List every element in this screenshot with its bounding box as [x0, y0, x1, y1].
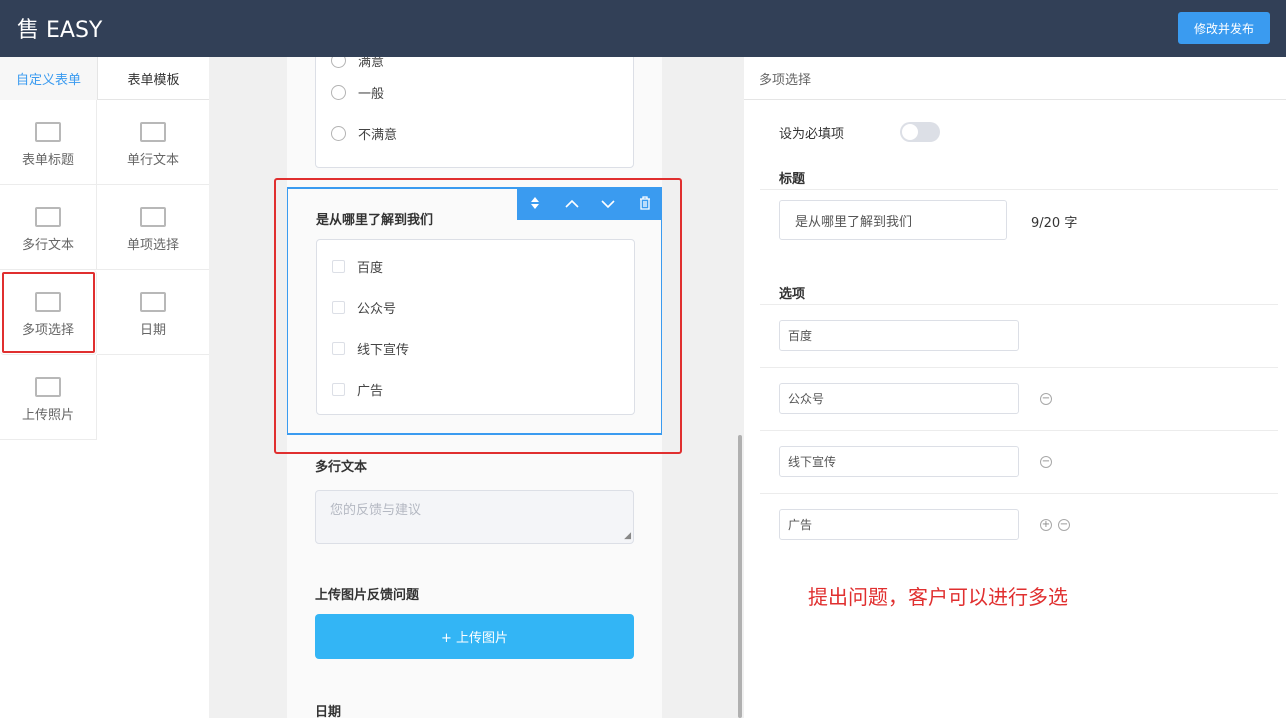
upload-question-title: 上传图片反馈问题: [315, 588, 420, 603]
widget-label: 日期: [139, 323, 166, 338]
radio-option-box: 满意 一般 不满意: [315, 57, 634, 168]
trash-icon[interactable]: [633, 196, 657, 213]
widget-label: 上传照片: [21, 408, 74, 423]
properties-panel: 多项选择 设为必填项 标题 是从哪里了解到我们 9/20 字 选项 百度 公众号…: [744, 57, 1286, 718]
sort-icon[interactable]: [523, 196, 547, 213]
checkbox-option[interactable]: 线下宣传: [332, 339, 409, 358]
checkbox-icon: [332, 383, 345, 396]
widget-panel: 自定义表单 表单模板 表单标题 单行文本 多行文本 单项选择 多项选择 日期 上…: [0, 57, 209, 718]
widget-label: 单项选择: [126, 238, 179, 253]
date-question-title: 日期: [315, 705, 342, 718]
toggle-knob: [902, 124, 918, 140]
radio-option[interactable]: 不满意: [331, 124, 397, 143]
textarea-placeholder: 您的反馈与建议: [330, 503, 422, 518]
checkbox-option-label: 广告: [357, 384, 384, 399]
radio-option[interactable]: 满意: [331, 57, 384, 70]
feedback-textarea[interactable]: 您的反馈与建议 ◢: [315, 490, 634, 544]
widget-box-icon: [140, 207, 166, 227]
checkbox-option[interactable]: 百度: [332, 257, 383, 276]
annotation-text: 提出问题，客户可以进行多选: [808, 585, 1068, 609]
widget-label: 多行文本: [21, 238, 74, 253]
widget-label: 表单标题: [21, 153, 74, 168]
required-toggle[interactable]: [900, 122, 940, 142]
checkbox-icon: [332, 260, 345, 273]
options-section-label: 选项: [779, 287, 806, 302]
widget-box-icon: [35, 122, 61, 142]
widget-box-icon: [35, 292, 61, 312]
properties-header: 多项选择: [744, 57, 1286, 100]
char-count: 9/20 字: [1031, 216, 1078, 231]
widget-label: 单行文本: [126, 153, 179, 168]
widget-tabs: 自定义表单 表单模板: [0, 57, 209, 100]
question-toolbar: [517, 189, 662, 220]
option-input[interactable]: 公众号: [779, 383, 1019, 414]
option-input[interactable]: 线下宣传: [779, 446, 1019, 477]
arrow-up-icon[interactable]: [560, 198, 584, 212]
tab-form-template[interactable]: 表单模板: [98, 57, 209, 100]
checkbox-option-label: 百度: [357, 261, 384, 276]
required-label: 设为必填项: [779, 127, 845, 142]
widget-date[interactable]: 日期: [97, 270, 209, 355]
divider: [760, 189, 1278, 190]
divider: [760, 493, 1278, 494]
checkbox-option-box: 百度 公众号 线下宣传 广告: [316, 239, 635, 415]
option-input[interactable]: 百度: [779, 320, 1019, 351]
selected-question-block[interactable]: 是从哪里了解到我们 百度 公众号 线下宣传 广告: [287, 187, 662, 435]
question-title: 是从哪里了解到我们: [316, 213, 434, 228]
widget-multi-choice[interactable]: 多项选择: [0, 270, 97, 355]
divider: [760, 430, 1278, 431]
remove-option-icon[interactable]: −: [1040, 393, 1052, 405]
tab-custom-form[interactable]: 自定义表单: [0, 57, 98, 100]
widget-box-icon: [35, 207, 61, 227]
option-input[interactable]: 广告: [779, 509, 1019, 540]
radio-circle-icon: [331, 126, 346, 141]
publish-button[interactable]: 修改并发布: [1178, 12, 1270, 44]
divider: [760, 304, 1278, 305]
widget-box-icon: [35, 377, 61, 397]
widget-upload-photo[interactable]: 上传照片: [0, 355, 97, 440]
resize-grip-icon[interactable]: ◢: [624, 531, 631, 541]
checkbox-option[interactable]: 广告: [332, 380, 383, 399]
widget-single-choice[interactable]: 单项选择: [97, 185, 209, 270]
widget-box-icon: [140, 122, 166, 142]
brand-logo: 售 EASY: [17, 18, 103, 43]
radio-option-label: 一般: [358, 87, 385, 102]
checkbox-icon: [332, 342, 345, 355]
add-option-icon[interactable]: +: [1040, 519, 1052, 531]
title-input[interactable]: 是从哪里了解到我们: [779, 200, 1007, 240]
remove-option-icon[interactable]: −: [1040, 456, 1052, 468]
radio-circle-icon: [331, 57, 346, 68]
canvas-scrollbar[interactable]: [738, 435, 742, 718]
widget-multi-line[interactable]: 多行文本: [0, 185, 97, 270]
radio-circle-icon: [331, 85, 346, 100]
upload-image-button[interactable]: + 上传图片: [315, 614, 634, 659]
radio-option[interactable]: 一般: [331, 83, 384, 102]
checkbox-option[interactable]: 公众号: [332, 298, 396, 317]
title-section-label: 标题: [779, 172, 806, 187]
radio-option-label: 满意: [358, 57, 385, 70]
widget-label: 多项选择: [21, 323, 74, 338]
multiline-question-title: 多行文本: [315, 460, 368, 475]
divider: [760, 367, 1278, 368]
checkbox-icon: [332, 301, 345, 314]
checkbox-option-label: 公众号: [357, 302, 397, 317]
widget-form-title[interactable]: 表单标题: [0, 100, 97, 185]
checkbox-option-label: 线下宣传: [357, 343, 410, 358]
radio-option-label: 不满意: [358, 128, 398, 143]
arrow-down-icon[interactable]: [596, 198, 620, 212]
top-bar: 售 EASY 修改并发布: [0, 0, 1286, 57]
form-preview[interactable]: 满意 一般 不满意 是从哪里了解到我们 百度 公众号 线下宣传 广告 多行文本 …: [287, 57, 662, 718]
remove-option-icon[interactable]: −: [1058, 519, 1070, 531]
widget-box-icon: [140, 292, 166, 312]
widget-single-line[interactable]: 单行文本: [97, 100, 209, 185]
